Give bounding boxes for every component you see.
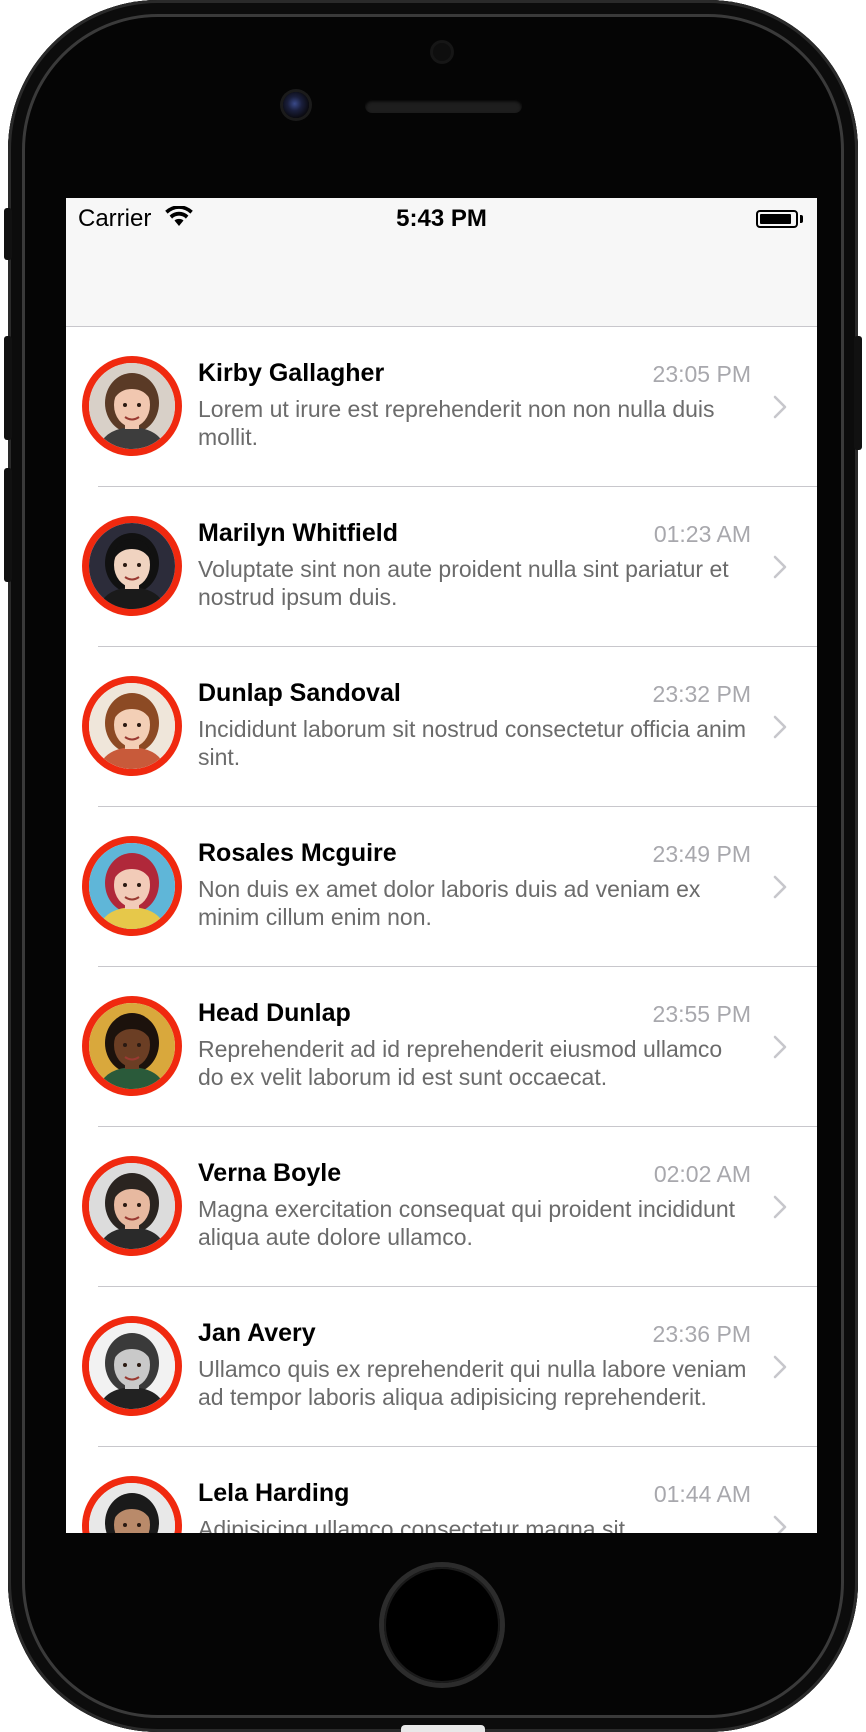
proximity-sensor bbox=[433, 43, 451, 61]
message-time: 23:05 PM bbox=[652, 361, 751, 387]
message-preview: Reprehenderit ad id reprehenderit eiusmo… bbox=[198, 1036, 723, 1090]
message-time: 23:49 PM bbox=[652, 841, 751, 867]
battery-tip bbox=[800, 215, 803, 223]
contact-name: Jan Avery bbox=[198, 1319, 316, 1347]
contact-name: Rosales Mcguire bbox=[198, 839, 397, 867]
avatar-image bbox=[89, 1483, 175, 1533]
avatar-photo bbox=[89, 683, 175, 769]
message-preview: Non duis ex amet dolor laboris duis ad v… bbox=[198, 876, 701, 930]
avatar-image bbox=[89, 1003, 175, 1089]
volume-up-button bbox=[4, 336, 12, 440]
chevron-right-icon bbox=[773, 555, 787, 579]
avatar-image bbox=[89, 843, 175, 929]
avatar bbox=[82, 1316, 182, 1416]
contact-row[interactable]: Lela Harding 01:44 AM Adipisicing ullamc… bbox=[66, 1447, 817, 1533]
contact-row[interactable]: Verna Boyle 02:02 AM Magna exercitation … bbox=[66, 1127, 817, 1287]
chevron-right-icon bbox=[773, 1515, 787, 1533]
contact-row[interactable]: Rosales Mcguire 23:49 PM Non duis ex ame… bbox=[66, 807, 817, 967]
message-preview: Adipisicing ullamco consectetur magna si… bbox=[198, 1516, 625, 1533]
avatar-image bbox=[89, 683, 175, 769]
contact-name: Kirby Gallagher bbox=[198, 359, 385, 387]
avatar-image bbox=[89, 523, 175, 609]
screen: Carrier 5:43 PM Kirby Gallagher 23:05 PM… bbox=[66, 198, 817, 1533]
message-preview: Incididunt laborum sit nostrud consectet… bbox=[198, 716, 747, 770]
contact-name: Dunlap Sandoval bbox=[198, 679, 401, 707]
avatar-photo bbox=[89, 523, 175, 609]
avatar-image bbox=[89, 1163, 175, 1249]
battery-icon bbox=[756, 210, 798, 228]
status-bar: Carrier 5:43 PM bbox=[66, 198, 817, 242]
message-time: 01:23 AM bbox=[653, 521, 751, 547]
chevron-right-icon bbox=[773, 715, 787, 739]
avatar bbox=[82, 516, 182, 616]
contact-name: Head Dunlap bbox=[198, 999, 351, 1027]
message-time: 02:02 AM bbox=[653, 1161, 751, 1187]
avatar bbox=[82, 836, 182, 936]
volume-down-button bbox=[4, 468, 12, 582]
contact-row[interactable]: Marilyn Whitfield 01:23 AM Voluptate sin… bbox=[66, 487, 817, 647]
battery-level bbox=[760, 214, 791, 224]
status-time: 5:43 PM bbox=[396, 205, 487, 232]
avatar-image bbox=[89, 363, 175, 449]
avatar bbox=[82, 356, 182, 456]
chevron-right-icon bbox=[773, 1195, 787, 1219]
avatar-photo bbox=[89, 843, 175, 929]
chevron-right-icon bbox=[773, 1035, 787, 1059]
message-time: 01:44 AM bbox=[653, 1481, 751, 1507]
contact-list[interactable]: Kirby Gallagher 23:05 PM Lorem ut irure … bbox=[66, 327, 817, 1533]
power-button bbox=[854, 336, 862, 450]
home-button[interactable] bbox=[384, 1567, 500, 1683]
chevron-right-icon bbox=[773, 875, 787, 899]
earpiece-speaker bbox=[365, 99, 522, 113]
contact-name: Lela Harding bbox=[198, 1479, 350, 1507]
avatar bbox=[82, 996, 182, 1096]
message-time: 23:36 PM bbox=[652, 1321, 751, 1347]
message-preview: Lorem ut irure est reprehenderit non non… bbox=[198, 396, 715, 450]
message-time: 23:55 PM bbox=[652, 1001, 751, 1027]
avatar-image bbox=[89, 1323, 175, 1409]
message-time: 23:32 PM bbox=[652, 681, 751, 707]
silent-switch bbox=[4, 208, 12, 260]
avatar bbox=[82, 1476, 182, 1533]
contact-row[interactable]: Kirby Gallagher 23:05 PM Lorem ut irure … bbox=[66, 327, 817, 487]
avatar-photo bbox=[89, 1003, 175, 1089]
contact-name: Verna Boyle bbox=[198, 1159, 342, 1187]
contact-row[interactable]: Dunlap Sandoval 23:32 PM Incididunt labo… bbox=[66, 647, 817, 807]
contact-row[interactable]: Jan Avery 23:36 PM Ullamco quis ex repre… bbox=[66, 1287, 817, 1447]
avatar-photo bbox=[89, 1483, 175, 1533]
bottom-notch bbox=[401, 1725, 485, 1732]
chevron-right-icon bbox=[773, 395, 787, 419]
message-preview: Ullamco quis ex reprehenderit qui nulla … bbox=[198, 1356, 747, 1410]
navigation-bar: Carrier 5:43 PM bbox=[66, 198, 817, 327]
avatar bbox=[82, 1156, 182, 1256]
avatar-photo bbox=[89, 363, 175, 449]
message-preview: Magna exercitation consequat qui proiden… bbox=[198, 1196, 736, 1250]
front-camera bbox=[283, 92, 309, 118]
contact-name: Marilyn Whitfield bbox=[198, 519, 398, 547]
avatar-photo bbox=[89, 1163, 175, 1249]
avatar-photo bbox=[89, 1323, 175, 1409]
chevron-right-icon bbox=[773, 1355, 787, 1379]
avatar bbox=[82, 676, 182, 776]
message-preview: Voluptate sint non aute proident nulla s… bbox=[198, 556, 729, 610]
phone-frame: Carrier 5:43 PM Kirby Gallagher 23:05 PM… bbox=[4, 0, 862, 1732]
contact-row[interactable]: Head Dunlap 23:55 PM Reprehenderit ad id… bbox=[66, 967, 817, 1127]
